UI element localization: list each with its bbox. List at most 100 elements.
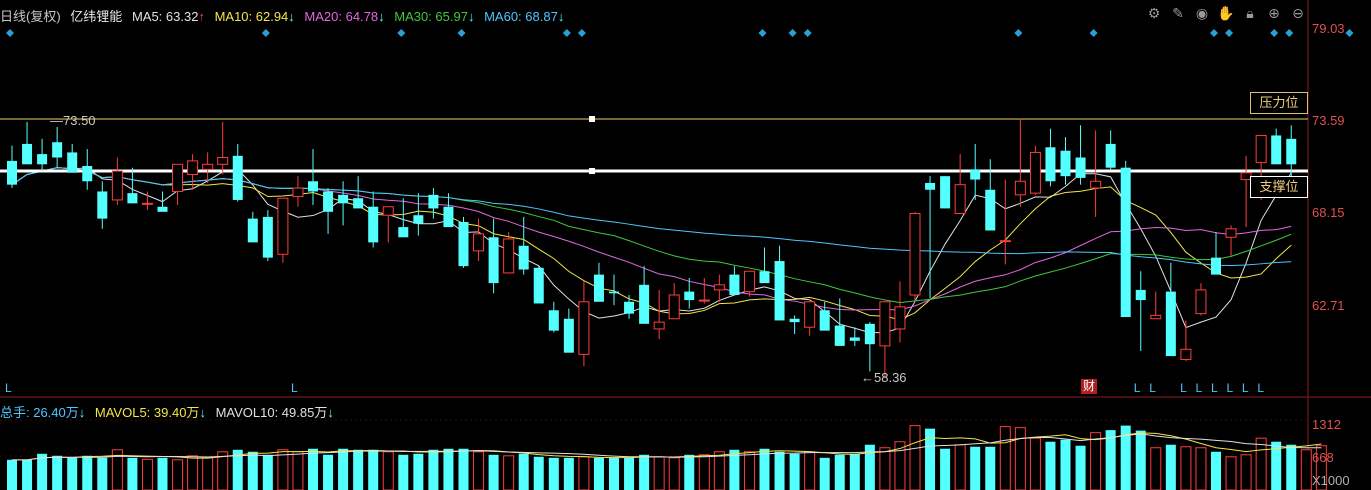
candle-body [1060, 150, 1071, 177]
candle-body [999, 240, 1011, 243]
candle-body [864, 323, 875, 345]
candle-body [1286, 138, 1297, 165]
volume-bar [970, 446, 981, 490]
volume-tick-1: 1312 [1312, 417, 1341, 432]
l-marker: L [1134, 381, 1141, 395]
volume-bar [774, 451, 785, 490]
support-handle [589, 168, 595, 174]
candle-body [111, 170, 123, 201]
volume-bar [141, 458, 153, 490]
low-marker-label: ←58.36 [861, 370, 907, 385]
volume-bar [698, 454, 710, 490]
ma5-line [11, 167, 1292, 334]
candle-body [157, 206, 168, 212]
candle-body [819, 310, 830, 331]
volume-bar [172, 459, 184, 490]
volume-bar [879, 447, 891, 490]
volume-bar [1014, 427, 1026, 490]
volume-bar [7, 459, 17, 490]
candle-body [323, 191, 334, 212]
event-marker-icon [6, 29, 14, 37]
candle-body [1150, 314, 1162, 320]
volume-bar [1225, 456, 1237, 490]
volume-bar [443, 448, 454, 490]
candle-body [7, 160, 17, 185]
candle-body [82, 165, 93, 182]
candle-body [22, 143, 33, 165]
volume-bar [413, 453, 424, 490]
volume-bar [382, 451, 394, 490]
price-tick-3: 68.15 [1312, 205, 1345, 220]
resistance-handle [589, 116, 595, 122]
candle-body [458, 222, 469, 267]
candle-body [1075, 157, 1086, 178]
zoom-in-icon[interactable]: ⊕ [1265, 4, 1283, 22]
candle-body [713, 284, 725, 291]
candle-body [1045, 147, 1056, 182]
chart-stage: LLLLLLLLLL 日线(复权) 亿纬锂能 MA5: 63.32↑ MA10:… [0, 0, 1371, 490]
candle-body [925, 182, 936, 190]
candle-body [37, 154, 48, 165]
volume-bar [308, 448, 318, 490]
volume-bar [1135, 430, 1146, 490]
gear-icon[interactable]: ⚙ [1145, 4, 1163, 22]
candle-body [353, 198, 364, 209]
candle-body [548, 310, 559, 331]
volume-bar [338, 448, 349, 490]
resistance-label[interactable]: 压力位 [1250, 92, 1308, 114]
volume-bar [1195, 447, 1207, 490]
volume-bar [940, 448, 951, 490]
hand-icon[interactable]: ✋ [1217, 4, 1235, 22]
candle-body [518, 245, 529, 270]
volume-bar [277, 449, 289, 490]
candle-body [308, 181, 318, 192]
candle-body [1255, 134, 1267, 164]
candle-body [398, 227, 409, 238]
volume-bar [1060, 439, 1071, 490]
candle-body [684, 291, 695, 301]
volume-bar [533, 456, 544, 490]
candle-body [653, 321, 665, 330]
ma20-line [11, 167, 1292, 311]
volume-bar [1075, 445, 1086, 490]
l-marker: L [291, 381, 298, 395]
caicai-badge[interactable]: 财 [1081, 379, 1098, 394]
volume-bar [759, 448, 770, 490]
candle-body [187, 160, 199, 175]
candle-body [172, 163, 184, 192]
l-marker: L [1149, 381, 1156, 395]
volume-bar [368, 449, 379, 490]
candle-body [729, 274, 740, 295]
ma5-label: MA5: 63.32↑ [131, 9, 205, 24]
candle-body [834, 325, 845, 346]
volume-bar [67, 457, 78, 490]
volume-bar [1029, 437, 1041, 490]
volume-bar [1105, 430, 1116, 490]
volume-bar [97, 457, 108, 490]
candle-body [985, 189, 996, 231]
event-marker-icon [577, 29, 586, 37]
volume-bar [187, 455, 199, 490]
volume-bar [909, 425, 921, 490]
ma30-label: MA30: 65.97↓ [394, 9, 475, 24]
event-marker-icon [803, 29, 812, 37]
candle-body [789, 318, 800, 323]
period-label[interactable]: 日线(复权) [0, 9, 61, 24]
event-marker-icon [397, 29, 406, 37]
candle-body [443, 206, 454, 228]
support-label[interactable]: 支撑位 [1250, 176, 1308, 198]
zoom-out-icon[interactable]: ⊖ [1289, 4, 1307, 22]
draw-icon[interactable]: ✎ [1169, 4, 1187, 22]
volume-bar [954, 444, 966, 490]
volume-bar [578, 456, 590, 490]
ma20-arrow: ↓ [378, 9, 385, 24]
candle-body [894, 306, 906, 330]
lock-icon[interactable]: 🔒︎ [1241, 4, 1259, 22]
volume-bar [624, 457, 635, 490]
volume-bar [639, 454, 650, 490]
eye-icon[interactable]: ◉ [1193, 4, 1211, 22]
volume-bar [1211, 451, 1221, 490]
l-marker: L [1211, 381, 1218, 395]
l-marker: L [1196, 381, 1203, 395]
candle-body [698, 299, 710, 302]
